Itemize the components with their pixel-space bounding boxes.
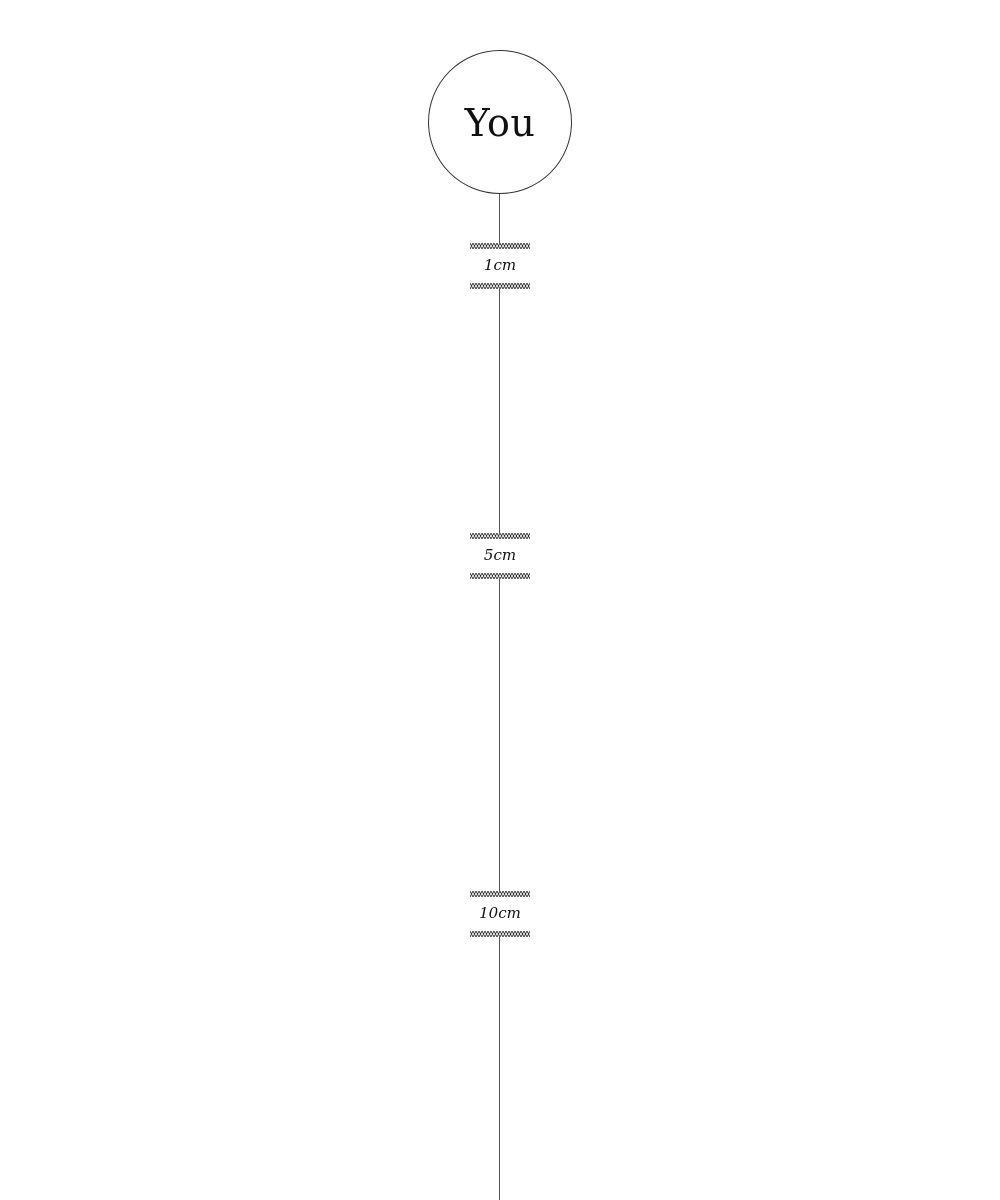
distance-label: 10cm (479, 904, 521, 922)
distance-marker-10cm: 10cm (470, 891, 530, 937)
zigzag-bottom-icon (470, 573, 530, 579)
zigzag-top-icon (470, 533, 530, 539)
distance-label: 5cm (483, 546, 517, 564)
zigzag-bottom-icon (470, 283, 530, 289)
distance-axis-line (499, 193, 500, 1200)
you-label: You (464, 101, 536, 145)
zigzag-bottom-icon (470, 931, 530, 937)
distance-marker-1cm: 1cm (470, 243, 530, 289)
distance-marker-5cm: 5cm (470, 533, 530, 579)
zigzag-top-icon (470, 891, 530, 897)
you-node: You (428, 50, 572, 194)
distance-label: 1cm (483, 256, 517, 274)
zigzag-top-icon (470, 243, 530, 249)
